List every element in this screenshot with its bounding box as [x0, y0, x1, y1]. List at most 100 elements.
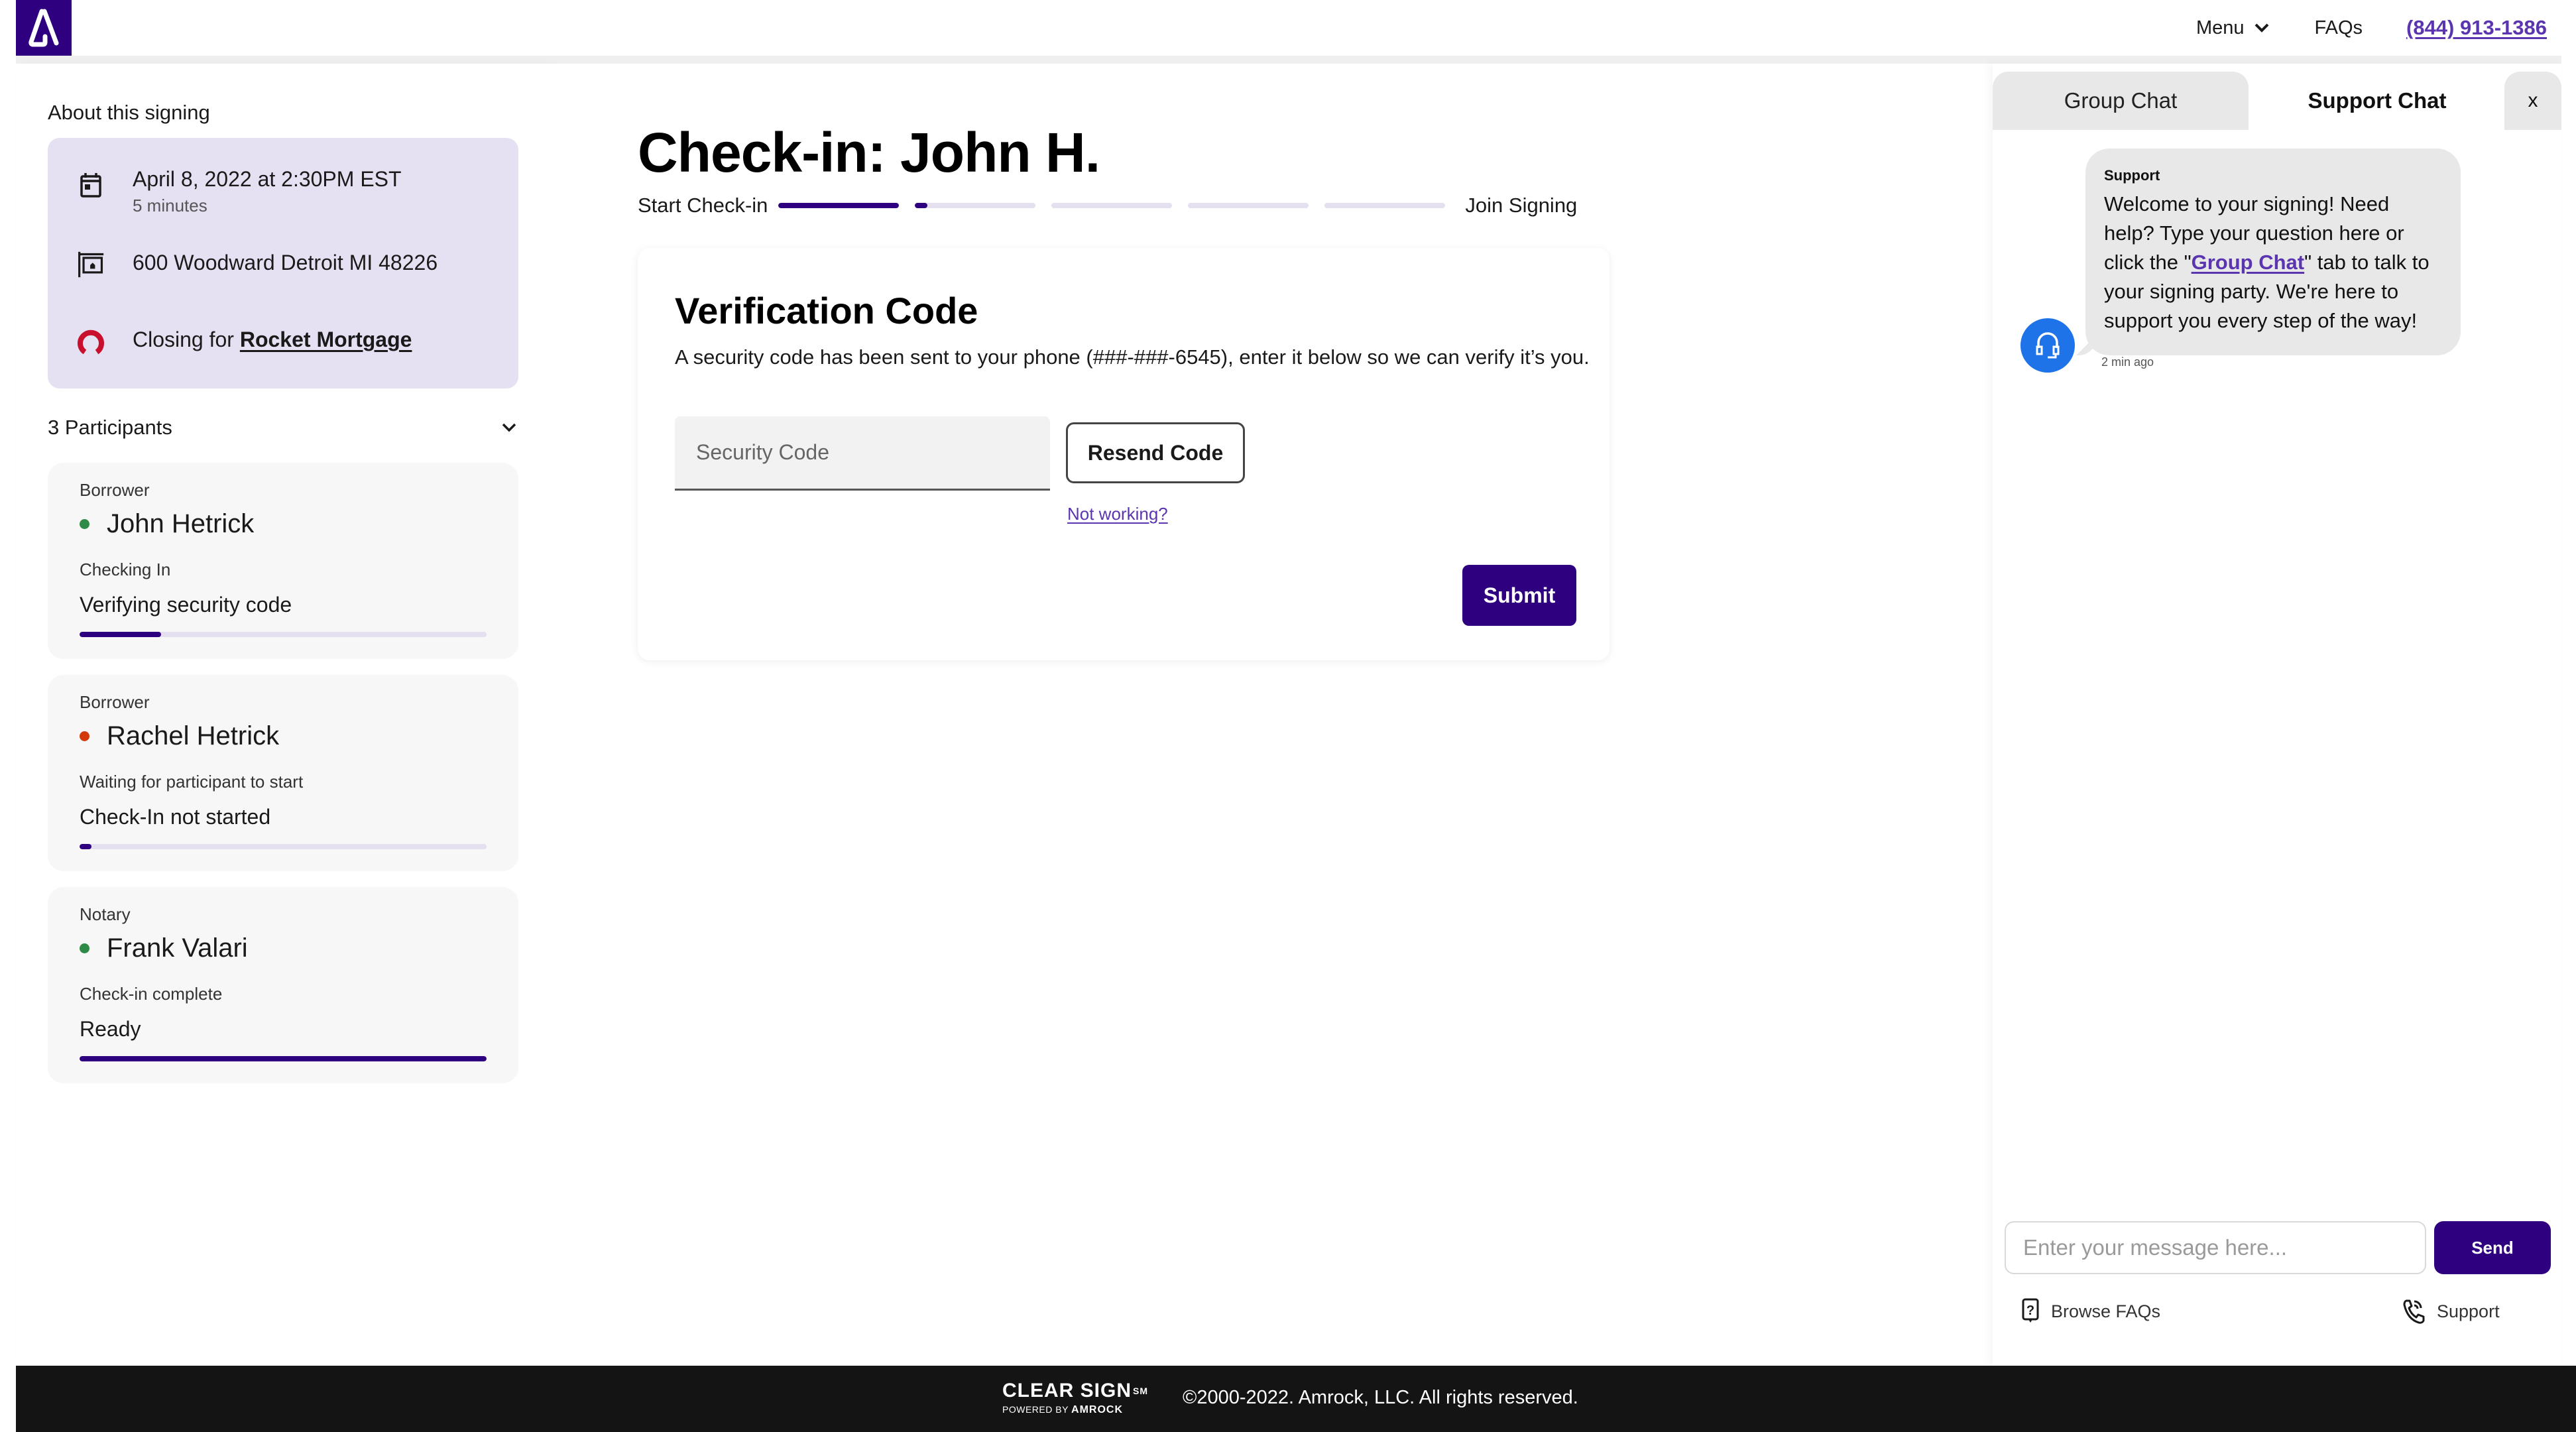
participants-count: 3 Participants: [48, 416, 172, 439]
powered-by: POWERED BY AMROCK: [1002, 1404, 1148, 1416]
phone-link[interactable]: (844) 913-1386: [2406, 16, 2547, 40]
powered-by-text: POWERED BY: [1002, 1404, 1069, 1415]
powered-by-brand: AMROCK: [1071, 1404, 1124, 1415]
participant-role: Borrower: [80, 692, 150, 712]
group-chat-link[interactable]: Group Chat: [2192, 251, 2305, 274]
stepper-start-label: Start Check-in: [638, 194, 768, 217]
calendar-icon: [80, 173, 101, 198]
status-dot: [80, 943, 89, 953]
signing-duration: 5 minutes: [133, 196, 207, 215]
support-avatar: [2020, 318, 2075, 373]
page: Menu FAQs (844) 913-1386 About this sign…: [0, 0, 2576, 1432]
participant-status: Checking In: [80, 560, 171, 579]
top-nav: Menu FAQs (844) 913-1386: [2196, 0, 2547, 56]
rocket-mortgage-link[interactable]: Rocket Mortgage: [240, 328, 412, 351]
participant-step: Check-In not started: [80, 805, 271, 829]
chat-panel: Group Chat Support Chat x Support Welcom…: [1993, 64, 2561, 1366]
participant-step: Ready: [80, 1017, 141, 1041]
about-address-text: 600 Woodward Detroit MI 48226: [133, 251, 438, 275]
browse-faqs-label: Browse FAQs: [2051, 1301, 2161, 1321]
signing-date: April 8, 2022 at 2:30PM EST: [133, 167, 402, 191]
participant-role: Notary: [80, 904, 131, 924]
faqs-link[interactable]: FAQs: [2314, 17, 2363, 39]
tab-support-chat[interactable]: Support Chat: [2251, 72, 2503, 130]
verification-description: A security code has been sent to your ph…: [675, 345, 1590, 369]
participant-progress-fill: [80, 1056, 487, 1061]
participant-card: Borrower John Hetrick Checking In Verify…: [48, 463, 518, 659]
participant-progress-bar: [80, 632, 487, 637]
chat-message-input[interactable]: [2005, 1221, 2426, 1274]
headset-icon: [2036, 332, 2060, 359]
about-date-text: April 8, 2022 at 2:30PM EST 5 minutes: [133, 167, 402, 216]
stepper-segment-fill: [778, 203, 900, 208]
closing-for-text: Closing for Rocket Mortgage: [133, 328, 412, 352]
security-code-input[interactable]: [675, 416, 1050, 491]
message-sender: Support: [2104, 167, 2160, 184]
verification-card: Verification Code A security code has be…: [638, 248, 1610, 660]
participant-step: Verifying security code: [80, 593, 292, 617]
participant-name: Frank Valari: [107, 933, 248, 963]
participant-progress-fill: [80, 844, 92, 849]
copyright: ©2000-2022. Amrock, LLC. All rights rese…: [1183, 1387, 1578, 1408]
support-call-link[interactable]: Support: [2402, 1298, 2500, 1325]
participant-name: John Hetrick: [107, 509, 255, 538]
stepper-segment: [915, 203, 1036, 208]
page-title: Check-in: John H.: [638, 121, 1100, 184]
signing-address: 600 Woodward Detroit MI 48226: [133, 251, 438, 274]
close-chat-button[interactable]: x: [2504, 72, 2561, 130]
check-in-main: Check-in: John H. Start Check-in Join Si…: [550, 64, 1993, 1366]
header-divider: [16, 56, 2561, 64]
chat-tabs: Group Chat Support Chat x: [1993, 72, 2561, 130]
brand-mark: SM: [1133, 1386, 1149, 1396]
status-dot: [80, 519, 89, 529]
check-in-stepper: Start Check-in Join Signing: [638, 194, 1577, 217]
participant-progress-bar: [80, 1056, 487, 1061]
tab-group-chat[interactable]: Group Chat: [1993, 72, 2249, 130]
status-dot: [80, 731, 89, 741]
about-signing-card: April 8, 2022 at 2:30PM EST 5 minutes 60…: [48, 138, 518, 388]
property-sign-icon: [78, 251, 104, 278]
participant-progress-fill: [80, 632, 161, 637]
menu-label: Menu: [2195, 17, 2245, 38]
signing-sidebar: About this signing April 8, 2022 at 2:30…: [16, 64, 550, 1366]
amrock-logo-icon: [29, 9, 59, 47]
closing-prefix: Closing for: [133, 328, 240, 351]
browse-faqs-link[interactable]: ? Browse FAQs: [2022, 1298, 2160, 1325]
not-working-link[interactable]: Not working?: [1067, 504, 1168, 524]
stepper-segment: [1188, 203, 1309, 208]
participant-progress-bar: [80, 844, 487, 849]
participant-card: Notary Frank Valari Check-in complete Re…: [48, 887, 518, 1083]
send-button[interactable]: Send: [2434, 1221, 2551, 1274]
question-bubble-icon: ?: [2022, 1298, 2039, 1323]
resend-code-button[interactable]: Resend Code: [1066, 422, 1245, 483]
participant-card: Borrower Rachel Hetrick Waiting for part…: [48, 675, 518, 871]
participant-role: Borrower: [80, 480, 150, 500]
support-label: Support: [2437, 1301, 2500, 1321]
chevron-down-icon: [502, 423, 516, 432]
participant-name-row: Rachel Hetrick: [80, 721, 279, 751]
message-text: Welcome to your signing! Need help? Type…: [2104, 190, 2442, 335]
participant-name: Rachel Hetrick: [107, 721, 280, 750]
chevron-down-icon: [2255, 23, 2269, 32]
phone-call-icon: [2403, 1299, 2425, 1324]
menu-dropdown[interactable]: Menu: [2196, 17, 2271, 39]
submit-button[interactable]: Submit: [1462, 565, 1576, 626]
stepper-end-label: Join Signing: [1465, 194, 1578, 217]
message-time: 2 min ago: [2101, 355, 2154, 369]
support-message-bubble: Support Welcome to your signing! Need he…: [2085, 149, 2461, 355]
footer: CLEAR SIGN SM POWERED BY AMROCK ©2000-202…: [16, 1366, 2576, 1432]
participant-name-row: John Hetrick: [80, 509, 254, 539]
participant-status: Check-in complete: [80, 984, 223, 1004]
participant-status: Waiting for participant to start: [80, 772, 304, 792]
verification-title: Verification Code: [675, 290, 978, 331]
stepper-segment-fill: [915, 203, 927, 208]
participants-toggle[interactable]: 3 Participants: [48, 411, 518, 444]
participant-name-row: Frank Valari: [80, 933, 248, 963]
brand-text: CLEAR SIGN: [1002, 1380, 1132, 1402]
stepper-segment: [1324, 203, 1446, 208]
clear-sign-logo: CLEAR SIGN SM POWERED BY AMROCK: [1002, 1380, 1148, 1416]
about-title: About this signing: [48, 101, 210, 124]
svg-text:?: ?: [2026, 1303, 2034, 1318]
amrock-logo[interactable]: [16, 0, 72, 56]
rocket-mortgage-logo-icon: [78, 329, 104, 355]
